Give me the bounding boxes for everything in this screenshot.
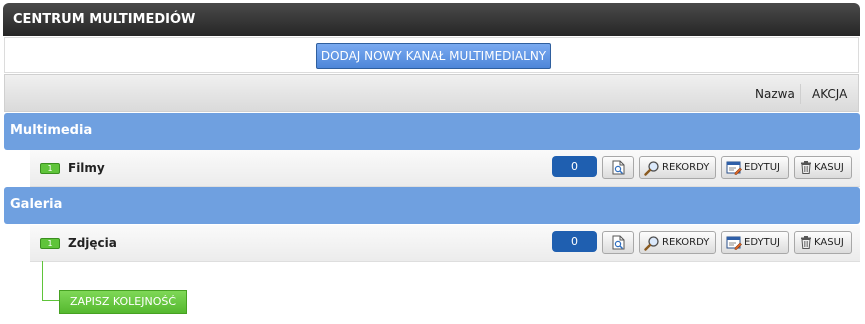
magnifier-icon xyxy=(644,160,660,184)
record-count-badge: 0 xyxy=(552,231,597,252)
trash-icon xyxy=(799,160,813,183)
page-preview-icon xyxy=(611,160,626,183)
table-row[interactable]: 1 Zdjęcia 0 REKORDY EDYTUJ KASUJ xyxy=(30,225,860,262)
page-preview-icon xyxy=(611,235,626,258)
records-button[interactable]: REKORDY xyxy=(639,156,716,179)
page-title: CENTRUM MULTIMEDIÓW xyxy=(13,12,196,27)
panel-header: CENTRUM MULTIMEDIÓW xyxy=(3,3,860,36)
delete-button[interactable]: KASUJ xyxy=(794,156,852,179)
toolbar: DODAJ NOWY KANAŁ MULTIMEDIALNY xyxy=(4,37,859,73)
edit-label: EDYTUJ xyxy=(744,162,780,173)
save-order-button[interactable]: ZAPISZ KOLEJNOŚĆ xyxy=(59,290,187,314)
column-action: AKCJA xyxy=(812,87,848,101)
delete-label: KASUJ xyxy=(814,237,844,248)
tree-connector-line xyxy=(42,300,59,301)
group-title: Galeria xyxy=(10,197,63,212)
records-label: REKORDY xyxy=(662,237,710,248)
order-badge[interactable]: 1 xyxy=(40,238,60,249)
delete-label: KASUJ xyxy=(814,162,844,173)
row-label: Filmy xyxy=(68,161,105,175)
delete-button[interactable]: KASUJ xyxy=(794,231,852,254)
magnifier-icon xyxy=(644,235,660,259)
edit-button[interactable]: EDYTUJ xyxy=(721,231,789,254)
edit-window-icon xyxy=(726,235,742,259)
preview-button[interactable] xyxy=(602,231,634,254)
record-count-badge: 0 xyxy=(552,156,597,177)
records-button[interactable]: REKORDY xyxy=(639,231,716,254)
records-label: REKORDY xyxy=(662,162,710,173)
order-badge[interactable]: 1 xyxy=(40,163,60,174)
table-row[interactable]: 1 Filmy 0 REKORDY EDYTUJ KASUJ xyxy=(30,150,860,187)
group-header-galeria[interactable]: Galeria xyxy=(4,187,860,224)
group-header-multimedia[interactable]: Multimedia xyxy=(4,113,860,150)
group-title: Multimedia xyxy=(10,123,93,138)
column-name[interactable]: Nazwa xyxy=(755,87,795,101)
trash-icon xyxy=(799,235,813,258)
tree-connector-line xyxy=(42,261,43,301)
preview-button[interactable] xyxy=(602,156,634,179)
column-separator xyxy=(800,84,801,104)
edit-button[interactable]: EDYTUJ xyxy=(721,156,789,179)
add-channel-button[interactable]: DODAJ NOWY KANAŁ MULTIMEDIALNY xyxy=(316,43,551,69)
edit-label: EDYTUJ xyxy=(744,237,780,248)
row-label: Zdjęcia xyxy=(68,236,117,250)
edit-window-icon xyxy=(726,160,742,184)
column-header: Nazwa AKCJA xyxy=(4,74,859,112)
